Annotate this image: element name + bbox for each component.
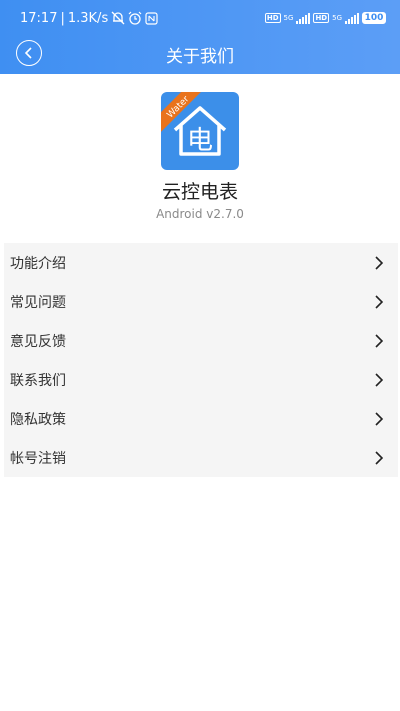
chevron-right-icon	[375, 294, 383, 309]
signal-icon-2	[345, 12, 359, 24]
nfc-icon	[145, 11, 158, 25]
app-logo-glyph: 电	[187, 126, 213, 156]
chevron-right-icon	[375, 255, 383, 270]
mute-bell-icon	[111, 11, 125, 25]
chevron-right-icon	[375, 372, 383, 387]
page-title: 关于我们	[166, 47, 234, 67]
battery-icon: 100	[362, 12, 386, 24]
status-speed: 1.3K/s	[67, 10, 109, 26]
app-version: Android v2.7.0	[156, 207, 244, 221]
menu-item-privacy[interactable]: 隐私政策	[4, 399, 398, 438]
menu-item-label: 功能介绍	[10, 255, 66, 272]
status-bar: 17:17 | 1.3K/s HD 5G HD 5G 100	[0, 0, 400, 36]
chevron-right-icon	[375, 450, 383, 465]
network-5g-icon-2: 5G	[332, 14, 342, 22]
network-5g-icon: 5G	[283, 14, 294, 22]
menu-item-contact[interactable]: 联系我们	[4, 360, 398, 399]
menu-item-label: 常见问题	[10, 294, 66, 311]
signal-icon	[296, 12, 311, 24]
menu-list: 功能介绍 常见问题 意见反馈 联系我们 隐私政策 帐号注销	[4, 243, 398, 477]
menu-item-feedback[interactable]: 意见反馈	[4, 321, 398, 360]
menu-item-label: 隐私政策	[10, 411, 66, 428]
app-name: 云控电表	[161, 181, 238, 203]
menu-item-features[interactable]: 功能介绍	[4, 243, 398, 282]
menu-item-delete-account[interactable]: 帐号注销	[4, 438, 398, 477]
status-time: 17:17	[20, 10, 58, 26]
chevron-right-icon	[375, 411, 383, 426]
status-separator: |	[60, 10, 65, 26]
menu-item-label: 帐号注销	[10, 450, 66, 467]
hd-icon-2: HD	[313, 13, 330, 23]
menu-item-label: 联系我们	[10, 372, 66, 389]
menu-item-faq[interactable]: 常见问题	[4, 282, 398, 321]
menu-item-label: 意见反馈	[10, 333, 66, 350]
alarm-icon	[128, 11, 142, 25]
header: 17:17 | 1.3K/s HD 5G HD 5G 100 关于我们	[0, 0, 400, 74]
hd-icon: HD	[264, 13, 281, 23]
navbar: 关于我们	[0, 36, 400, 74]
app-logo: 电 Water	[161, 92, 239, 170]
chevron-right-icon	[375, 333, 383, 348]
